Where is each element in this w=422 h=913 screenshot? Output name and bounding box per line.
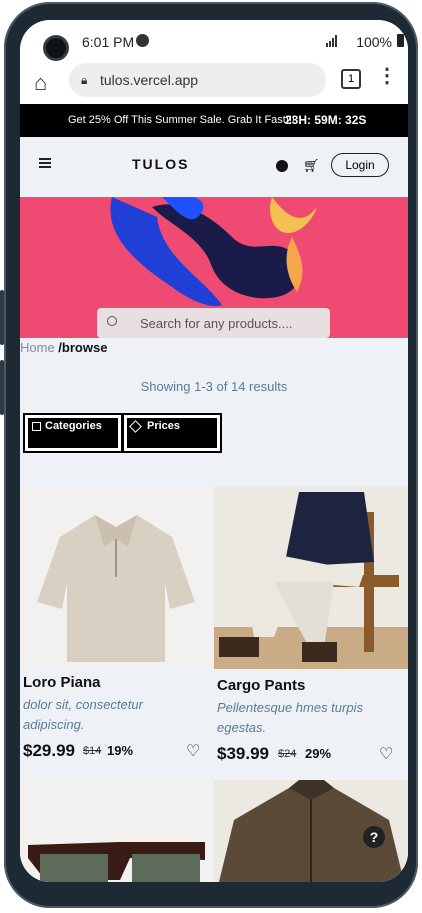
url-text: tulos.vercel.app bbox=[100, 72, 199, 88]
site-navbar: TULOS 🛒︎ Login bbox=[20, 137, 408, 197]
product-card[interactable] bbox=[20, 780, 212, 882]
categories-label: Categories bbox=[45, 420, 102, 432]
product-image bbox=[214, 487, 408, 669]
battery-icon bbox=[397, 34, 404, 47]
breadcrumb-home[interactable]: Home bbox=[20, 340, 55, 355]
prices-label: Prices bbox=[147, 420, 181, 432]
product-price: $39.99 bbox=[217, 744, 269, 763]
hero-banner: Search for any products.... bbox=[20, 197, 408, 338]
results-count: Showing 1-3 of 14 results bbox=[140, 379, 288, 394]
status-time: 6:01 PM bbox=[82, 34, 135, 50]
prices-filter-button[interactable]: Prices bbox=[122, 413, 222, 453]
status-bar: 6:01 PM 100% bbox=[20, 20, 408, 62]
categories-filter-button[interactable]: Categories bbox=[23, 413, 123, 453]
product-image bbox=[20, 780, 212, 882]
spotify-icon bbox=[136, 34, 149, 47]
product-description: dolor sit, consectetur adipiscing. bbox=[23, 697, 143, 732]
address-bar[interactable]: 🔒︎ tulos.vercel.app bbox=[69, 63, 326, 97]
grid-icon bbox=[32, 422, 41, 431]
tabs-icon[interactable]: 1 bbox=[341, 69, 361, 89]
login-button[interactable]: Login bbox=[331, 153, 389, 177]
hamburger-icon[interactable] bbox=[39, 158, 51, 170]
browser-toolbar: ⌂ 🔒︎ tulos.vercel.app 1 ⋮ bbox=[20, 62, 408, 104]
product-discount: 19% bbox=[107, 743, 134, 758]
product-description: Pellentesque hmes turpis egestas. bbox=[217, 700, 363, 735]
home-icon[interactable]: ⌂ bbox=[34, 70, 47, 96]
search-bar[interactable]: Search for any products.... bbox=[97, 308, 330, 338]
promo-countdown: 23H: 59M: 32S bbox=[285, 113, 367, 127]
product-old-price: $14 bbox=[83, 745, 102, 757]
power-button bbox=[0, 290, 4, 345]
product-price: $29.99 bbox=[23, 741, 75, 760]
search-placeholder: Search for any products.... bbox=[140, 316, 293, 331]
menu-dots-icon[interactable]: ⋮ bbox=[377, 66, 397, 86]
promo-message: Get 25% Off This Summer Sale. Grab It Fa… bbox=[68, 114, 296, 126]
help-icon[interactable]: ? bbox=[363, 826, 385, 848]
product-card[interactable]: Cargo Pants Pellentesque hmes turpis ege… bbox=[214, 487, 408, 777]
volume-button bbox=[0, 360, 4, 415]
product-name: Cargo Pants bbox=[217, 677, 306, 694]
lock-icon: 🔒︎ bbox=[81, 73, 88, 87]
site-logo[interactable]: TULOS bbox=[132, 156, 189, 172]
screen: 6:01 PM 100% ⌂ 🔒︎ tulos.vercel.app 1 ⋮ G… bbox=[20, 20, 408, 882]
tag-icon bbox=[129, 420, 142, 433]
product-image bbox=[20, 487, 212, 667]
breadcrumb-current: /browse bbox=[54, 340, 108, 355]
promo-banner: Get 25% Off This Summer Sale. Grab It Fa… bbox=[20, 104, 408, 137]
hero-artwork bbox=[110, 197, 317, 307]
product-name: Loro Piana bbox=[23, 674, 101, 691]
heart-icon[interactable]: ♡ bbox=[379, 744, 393, 764]
product-discount: 29% bbox=[305, 746, 332, 761]
cart-icon[interactable]: 🛒︎ bbox=[303, 158, 320, 174]
camera-icon bbox=[46, 38, 66, 58]
search-icon bbox=[107, 316, 117, 326]
breadcrumb: Home /browse bbox=[20, 340, 107, 355]
fire-icon[interactable] bbox=[276, 160, 288, 172]
battery-level: 100% bbox=[356, 34, 392, 50]
signal-icon bbox=[326, 35, 337, 47]
heart-icon[interactable]: ♡ bbox=[186, 741, 200, 761]
product-card[interactable]: Loro Piana dolor sit, consectetur adipis… bbox=[20, 487, 212, 777]
product-old-price: $24 bbox=[278, 748, 297, 760]
